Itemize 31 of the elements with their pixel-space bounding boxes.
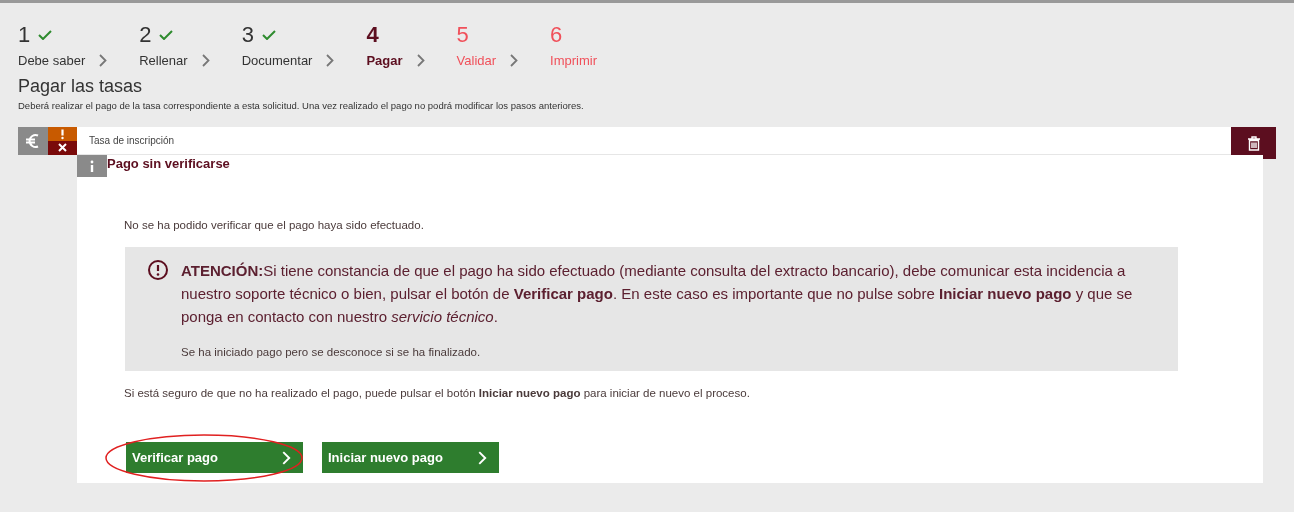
trash-icon <box>1246 135 1261 151</box>
action-button[interactable]: Verificar pago <box>126 442 303 473</box>
fee-name: Tasa de inscripción <box>89 134 175 149</box>
action-button[interactable]: Iniciar nuevo pago <box>322 442 499 473</box>
exclamation-circle-icon <box>147 258 169 281</box>
chevron-icon <box>99 54 108 68</box>
page-subtitle: Deberá realizar el pago de la tasa correspondiente a esta solicitud. Una vez realizado el pago no podrá modificar los pasos anteriores. <box>18 99 585 113</box>
step-number: 3 <box>241 24 254 46</box>
chevron-icon <box>326 54 335 68</box>
chevron-icon <box>510 54 519 68</box>
chevron-icon <box>416 54 425 68</box>
chevron-icon <box>478 450 487 465</box>
status-message: No se ha podido verificar que el pago haya sido efectuado. <box>124 218 425 234</box>
page-title: Pagar las tasas <box>18 74 144 97</box>
step-number: 5 <box>456 24 469 46</box>
delete-button[interactable] <box>1231 127 1276 160</box>
status-title: Pago sin verificarse <box>107 155 230 174</box>
step-number: 4 <box>366 24 379 46</box>
step-label[interactable]: Rellenar <box>139 51 188 71</box>
step-number: 2 <box>139 24 152 46</box>
step-number: 1 <box>18 24 31 46</box>
alert-text: ATENCIÓN:Si tiene constancia de que el pago ha sido efectuado (mediante consulta del extracto bancario), debe comunicar esta incidencia a nuestro soporte técnico o bien, pulsar el botón de Verificar pago. En este caso es importante que no pulse sobre Iniciar nuevo pago y que se ponga en contacto con nuestro servicio técnico. <box>181 260 1134 327</box>
chevron-icon <box>282 450 291 465</box>
hint-text: Si está seguro de que no ha realizado el pago, puede pulsar el botón Iniciar nuevo pago para iniciar de nuevo el proceso. <box>124 385 751 401</box>
euro-icon <box>18 127 48 156</box>
step-label[interactable]: Pagar <box>366 51 403 71</box>
step-label[interactable]: Documentar <box>241 51 313 71</box>
chevron-icon <box>201 54 210 68</box>
step-label[interactable]: Debe saber <box>18 51 86 71</box>
alert-note: Se ha iniciado pago pero se desconoce si se ha finalizado. <box>181 344 482 360</box>
step-number: 6 <box>550 24 563 46</box>
